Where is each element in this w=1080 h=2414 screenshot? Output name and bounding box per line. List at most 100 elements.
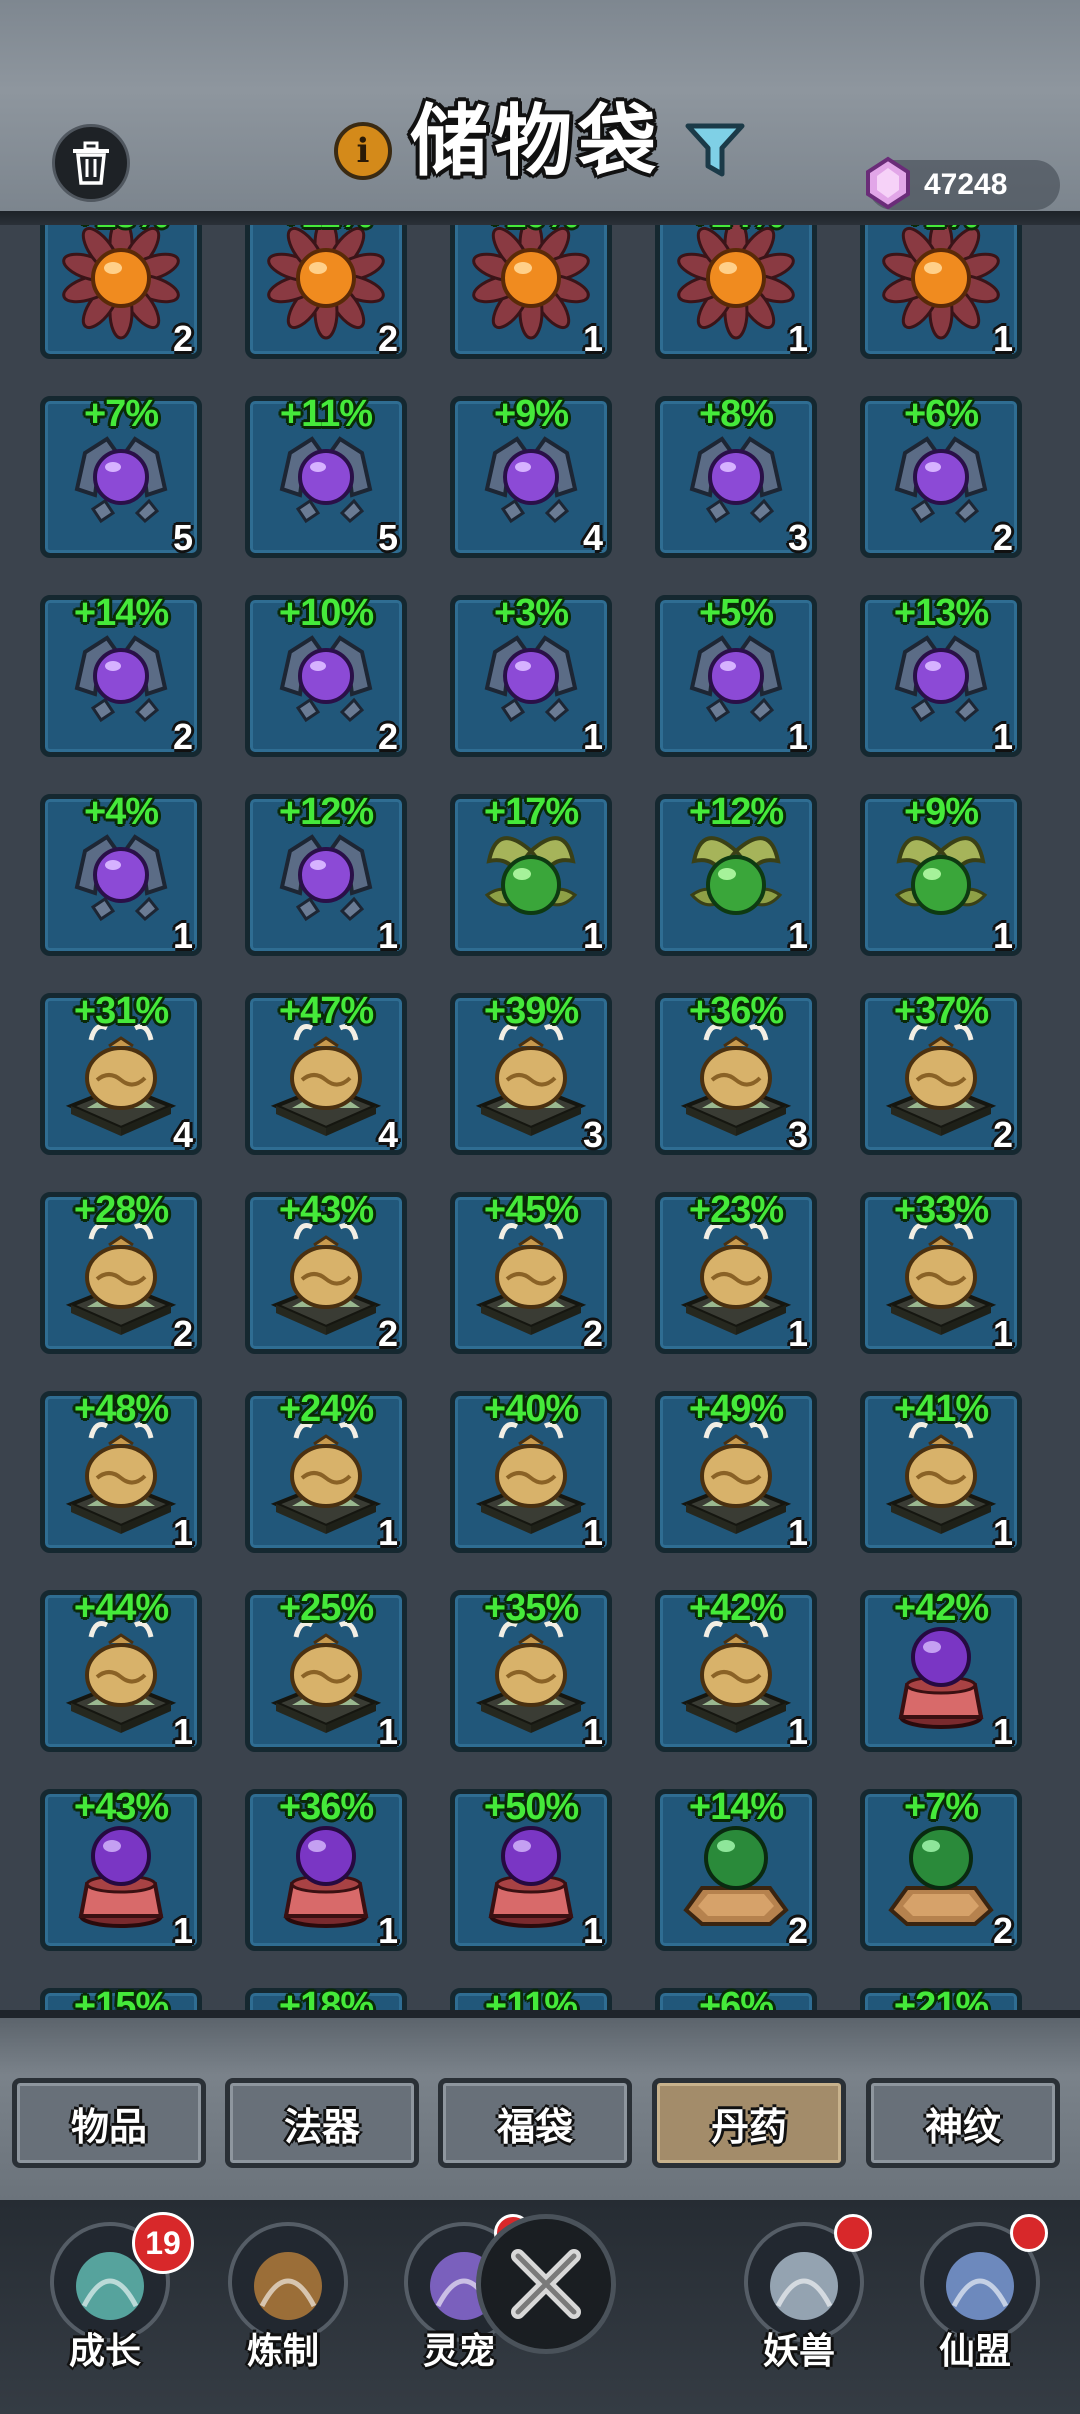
inventory-slot[interactable]: +36% 3 [655, 990, 817, 1155]
inventory-slot[interactable]: +10% 1 [450, 225, 612, 359]
inventory-slot[interactable]: +47% 4 [245, 990, 407, 1155]
page-title: 储物袋 [410, 96, 663, 187]
nav-demon-beast[interactable]: 妖兽 [734, 2214, 872, 2372]
inventory-slot[interactable]: +5% 1 [655, 592, 817, 757]
inventory-slot[interactable]: +3% 1 [450, 592, 612, 757]
inventory-slot[interactable]: +42% 1 [860, 1587, 1022, 1752]
bonus-percent: +13% [893, 592, 989, 634]
orange-flower-pill-icon [467, 225, 595, 342]
bonus-percent: +17% [483, 791, 579, 833]
bonus-percent: +47% [278, 990, 374, 1032]
item-count: 1 [582, 716, 603, 757]
inventory-slot[interactable]: +23% 1 [655, 1189, 817, 1354]
inventory-slot[interactable]: +14% 2 [655, 1786, 817, 1951]
inventory-slot[interactable]: +28% 2 [40, 1189, 202, 1354]
nav-forge[interactable]: 炼制 [218, 2218, 348, 2372]
bonus-percent: +11% [279, 393, 373, 435]
item-count: 3 [582, 1114, 603, 1155]
orange-flower-pill-icon [672, 225, 800, 342]
nav-label: 仙盟 [938, 2330, 1011, 2372]
inventory-slot[interactable]: +13% 2 [40, 225, 202, 359]
inventory-slot[interactable]: +11% 2 [245, 225, 407, 359]
item-count: 1 [992, 1512, 1013, 1553]
item-count: 2 [582, 1313, 603, 1354]
bonus-percent: +2% [865, 225, 1017, 237]
tab-artifacts[interactable]: 法器 [225, 2078, 419, 2168]
inventory-slot[interactable]: +31% 4 [40, 990, 202, 1155]
tab-divine-patterns[interactable]: 神纹 [866, 2078, 1060, 2168]
inventory-slot[interactable]: +14% 2 [40, 592, 202, 757]
trash-button[interactable] [52, 124, 130, 202]
bonus-percent: +37% [893, 990, 989, 1032]
inventory-slot[interactable]: +37% 2 [860, 990, 1022, 1155]
item-count: 2 [172, 1313, 193, 1354]
bonus-percent: +42% [893, 1587, 989, 1629]
bonus-percent: +35% [483, 1587, 579, 1629]
item-count: 1 [377, 1910, 398, 1951]
inventory-slot[interactable]: +12% 1 [655, 791, 817, 956]
tab-lucky-bags[interactable]: 福袋 [438, 2078, 632, 2168]
inventory-slot[interactable]: +13% 1 [860, 592, 1022, 757]
inventory-slot[interactable]: +25% 1 [245, 1587, 407, 1752]
nav-sect[interactable]: 仙盟 [910, 2214, 1048, 2372]
close-button[interactable] [476, 2214, 616, 2354]
bonus-percent: +45% [483, 1189, 579, 1231]
inventory-slot[interactable]: +40% 1 [450, 1388, 612, 1553]
nav-label: 成长 [68, 2330, 141, 2372]
inventory-slot[interactable]: +43% 1 [40, 1786, 202, 1951]
filter-button[interactable] [684, 118, 746, 180]
inventory-slot[interactable]: +49% 1 [655, 1388, 817, 1553]
inventory-slot[interactable]: +7% 2 [860, 1786, 1022, 1951]
item-count: 5 [172, 517, 193, 558]
inventory-slot[interactable]: +9% 1 [860, 791, 1022, 956]
nav-label: 妖兽 [762, 2330, 835, 2372]
inventory-slot[interactable]: +12% 1 [245, 791, 407, 956]
inventory-slot[interactable]: +41% 1 [860, 1388, 1022, 1553]
inventory-slot[interactable]: +42% 1 [655, 1587, 817, 1752]
inventory-slot[interactable]: +11% 5 [245, 393, 407, 558]
inventory-slot[interactable]: +6% 2 [860, 393, 1022, 558]
inventory-slot[interactable]: +2% 1 [860, 225, 1022, 359]
bonus-percent: +13% [45, 225, 197, 237]
inventory-slot[interactable]: +50% 1 [450, 1786, 612, 1951]
bonus-percent: +39% [483, 990, 579, 1032]
nav-growth[interactable]: 成长 19 [40, 2212, 194, 2372]
inventory-slot[interactable]: +10% 2 [245, 592, 407, 757]
item-count: 1 [172, 1512, 193, 1553]
item-count: 1 [992, 1711, 1013, 1752]
inventory-slot[interactable]: +35% 1 [450, 1587, 612, 1752]
tab-items[interactable]: 物品 [12, 2078, 206, 2168]
gem-currency: 47248 [866, 156, 1060, 210]
inventory-slot[interactable]: +33% 1 [860, 1189, 1022, 1354]
gem-icon [866, 156, 910, 210]
orange-flower-pill-icon [262, 225, 390, 342]
inventory-slot[interactable]: +9% 4 [450, 393, 612, 558]
bonus-percent: +43% [73, 1786, 169, 1828]
inventory-slot[interactable]: +39% 3 [450, 990, 612, 1155]
inventory-slot[interactable]: +45% 2 [450, 1189, 612, 1354]
notification-badge: 19 [132, 2212, 194, 2274]
bonus-percent: +9% [493, 393, 569, 435]
tab-pills[interactable]: 丹药 [652, 2078, 846, 2168]
info-icon: i [356, 131, 370, 171]
inventory-slot[interactable]: +36% 1 [245, 1786, 407, 1951]
bonus-percent: +12% [278, 791, 374, 833]
bonus-percent: +11% [250, 225, 402, 237]
inventory-slot[interactable]: +8% 3 [655, 393, 817, 558]
bonus-percent: +10% [455, 225, 607, 237]
inventory-slot[interactable]: +44% 1 [40, 1587, 202, 1752]
inventory-slot[interactable]: +4% 1 [40, 791, 202, 956]
item-count: 1 [787, 716, 808, 757]
inventory-slot[interactable]: +43% 2 [245, 1189, 407, 1354]
nav-label: 炼制 [246, 2330, 319, 2372]
inventory-slot[interactable]: +24% 1 [245, 1388, 407, 1553]
bonus-percent: +43% [278, 1189, 374, 1231]
inventory-slot[interactable]: +14% 1 [655, 225, 817, 359]
orange-flower-pill-icon [877, 225, 1005, 342]
inventory-slot[interactable]: +7% 5 [40, 393, 202, 558]
close-icon [511, 2249, 581, 2319]
inventory-slot[interactable]: +48% 1 [40, 1388, 202, 1553]
info-button[interactable]: i [334, 122, 392, 180]
inventory-grid-area[interactable]: +13%2+11%2+10%1+14%1+2%1+7%5+11%5+9%4+8%… [0, 225, 1080, 2025]
inventory-slot[interactable]: +17% 1 [450, 791, 612, 956]
